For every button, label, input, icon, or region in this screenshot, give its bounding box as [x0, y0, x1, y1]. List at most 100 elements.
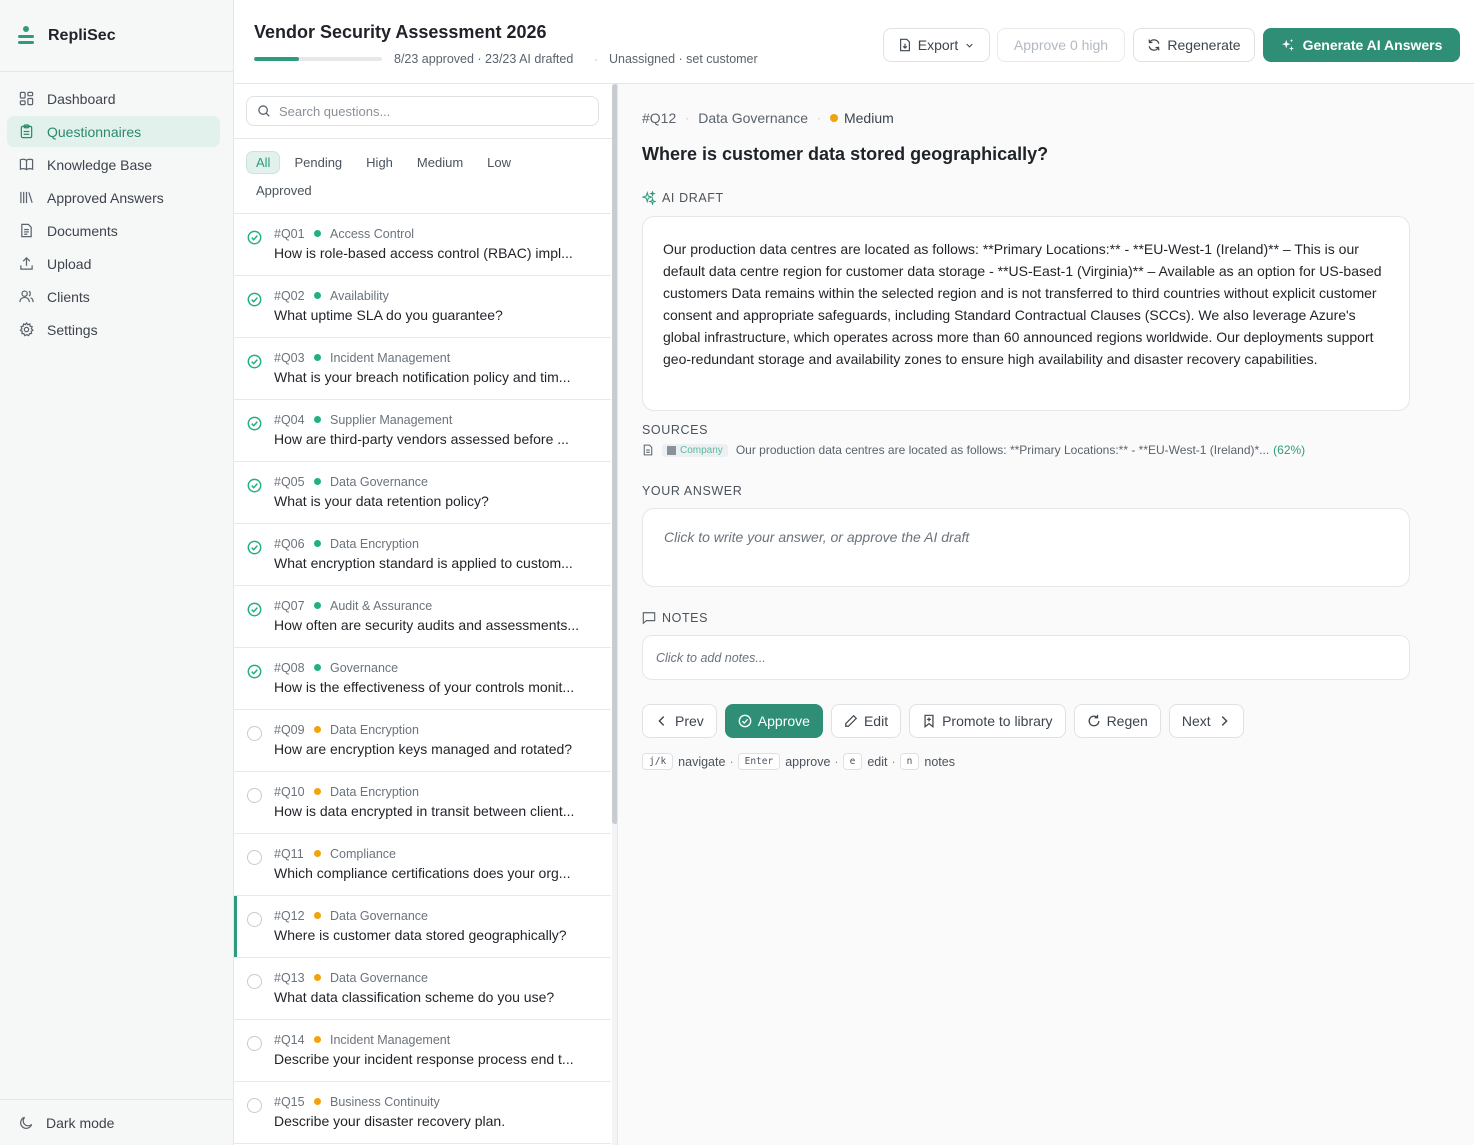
edit-button[interactable]: Edit [830, 704, 902, 738]
approve-high-button[interactable]: Approve 0 high [997, 28, 1125, 62]
question-list-item[interactable]: #Q14 Incident Management Describe your inc… [234, 1020, 611, 1082]
filter-approved[interactable]: Approved [246, 179, 316, 202]
regen-button[interactable]: Regen [1073, 704, 1161, 738]
question-text: How is role-based access control (RBAC) … [274, 245, 573, 261]
sidebar-item-label: Settings [47, 321, 98, 338]
filter-all[interactable]: All [246, 151, 281, 174]
promote-to-library-button[interactable]: Promote to library [909, 704, 1066, 738]
question-id: #Q12 [642, 110, 677, 126]
question-list-item[interactable]: #Q11 Compliance Which compliance certifica… [234, 834, 611, 896]
question-list-item[interactable]: #Q08 Governance How is the effectiveness o… [234, 648, 611, 710]
approve-label: Approve [757, 713, 810, 729]
prev-button[interactable]: Prev [642, 704, 717, 738]
building-icon [667, 445, 676, 455]
question-category: Data Governance [698, 110, 808, 126]
priority-dot [314, 974, 321, 981]
sidebar-item-questionnaires[interactable]: Questionnaires [7, 116, 220, 147]
search-input[interactable] [279, 103, 579, 119]
question-list-item[interactable]: #Q03 Incident Management What is your brea… [234, 338, 611, 400]
gear-icon [19, 322, 34, 337]
export-button[interactable]: Export [883, 28, 990, 62]
sidebar-item-upload[interactable]: Upload [7, 248, 220, 279]
sidebar-item-approved-answers[interactable]: Approved Answers [7, 182, 220, 213]
search-box[interactable] [246, 96, 599, 126]
dashboard-icon [19, 91, 34, 106]
check-circle-icon [247, 292, 262, 307]
question-category: Governance [330, 661, 399, 675]
question-id: #Q09 [274, 723, 305, 737]
filter-low[interactable]: Low [477, 151, 521, 174]
question-category: Availability [330, 289, 389, 303]
question-text: How is data encrypted in transit between… [274, 803, 575, 819]
question-text: Describe your disaster recovery plan. [274, 1113, 506, 1129]
question-id: #Q07 [274, 599, 305, 613]
question-text: What uptime SLA do you guarantee? [274, 307, 503, 323]
bookmark-plus-icon [924, 714, 934, 728]
ai-draft-heading: AI DRAFT [642, 191, 724, 205]
your-answer-heading: YOUR ANSWER [642, 484, 743, 498]
question-list-item[interactable]: #Q09 Data Encryption How are encryption ke… [234, 710, 611, 772]
sidebar-item-documents[interactable]: Documents [7, 215, 220, 246]
replisec-logo-icon [18, 25, 34, 46]
priority-dot [829, 114, 838, 122]
question-list-item[interactable]: #Q13 Data Governance What data classificat… [234, 958, 611, 1020]
question-list-item[interactable]: #Q12 Data Governance Where is customer dat… [234, 896, 611, 958]
chevron-left-icon [658, 716, 665, 726]
question-list-item[interactable]: #Q15 Business Continuity Describe your dis… [234, 1082, 611, 1144]
dark-mode-toggle[interactable]: Dark mode [0, 1099, 233, 1145]
sidebar-item-settings[interactable]: Settings [7, 314, 220, 345]
pending-circle-icon [247, 788, 262, 803]
question-list-item[interactable]: #Q07 Audit & Assurance How often are secur… [234, 586, 611, 648]
sidebar-item-dashboard[interactable]: Dashboard [7, 83, 220, 114]
notes-field[interactable]: Click to add notes... [642, 635, 1410, 680]
check-circle-icon [247, 478, 262, 493]
question-list-item[interactable]: #Q10 Data Encryption How is data encrypted… [234, 772, 611, 834]
question-list-item[interactable]: #Q01 Access Control How is role-based acce… [234, 214, 611, 276]
question-list-item[interactable]: #Q04 Supplier Management How are third-par… [234, 400, 611, 462]
priority-dot [314, 788, 321, 795]
generate-ai-answers-button[interactable]: Generate AI Answers [1263, 28, 1460, 62]
shortcut-separator: · [891, 754, 896, 769]
answer-editor[interactable]: Click to write your answer, or approve t… [642, 508, 1410, 587]
question-category: Data Encryption [330, 537, 419, 551]
check-circle-icon [247, 354, 262, 369]
shortcut-key: Enter [737, 753, 781, 770]
sparkles-icon [1281, 38, 1294, 52]
question-id: #Q02 [274, 289, 305, 303]
progress-stats: 8/23 approved · 23/23 AI drafted [394, 52, 574, 66]
question-category: Incident Management [330, 351, 451, 365]
pending-circle-icon [247, 850, 262, 865]
pending-circle-icon [247, 974, 262, 989]
filter-medium[interactable]: Medium [407, 151, 473, 174]
question-list-item[interactable]: #Q02 Availability What uptime SLA do you g… [234, 276, 611, 338]
assign-customer-link[interactable]: Unassigned · set customer [609, 52, 758, 66]
priority-dot [314, 850, 321, 857]
sidebar-item-label: Questionnaires [47, 123, 142, 140]
moon-icon [20, 1116, 33, 1129]
clipboard-icon [20, 124, 33, 139]
brand[interactable]: RepliSec [0, 0, 233, 72]
check-circle-icon [247, 602, 262, 617]
pencil-icon [845, 714, 858, 727]
filter-pending[interactable]: Pending [284, 151, 352, 174]
sidebar-item-clients[interactable]: Clients [7, 281, 220, 312]
question-list-item[interactable]: #Q06 Data Encryption What encryption stand… [234, 524, 611, 586]
next-button[interactable]: Next [1168, 704, 1244, 738]
source-excerpt: Our production data centres are located … [735, 443, 1270, 457]
question-id: #Q14 [274, 1033, 305, 1047]
question-list-panel: AllPendingHighMediumLow Approved #Q01 Acc… [234, 84, 618, 1145]
question-id: #Q03 [274, 351, 305, 365]
sources-heading: SOURCES [642, 423, 709, 437]
approve-button[interactable]: Approve [724, 704, 823, 738]
upload-icon [20, 257, 33, 270]
filter-high[interactable]: High [356, 151, 403, 174]
regenerate-button[interactable]: Regenerate [1133, 28, 1255, 62]
approve-high-label: Approve 0 high [1013, 37, 1109, 53]
sidebar: RepliSec Dashboard Questionnaires Knowle… [0, 0, 234, 1145]
question-list-item[interactable]: #Q05 Data Governance What is your data ret… [234, 462, 611, 524]
sidebar-item-knowledge-base[interactable]: Knowledge Base [7, 149, 220, 180]
question-text: How are encryption keys managed and rota… [274, 741, 573, 757]
source-item[interactable]: Company Our production data centres are … [642, 443, 1305, 457]
chevron-right-icon [1221, 716, 1228, 726]
source-type-label: Company [680, 444, 723, 456]
